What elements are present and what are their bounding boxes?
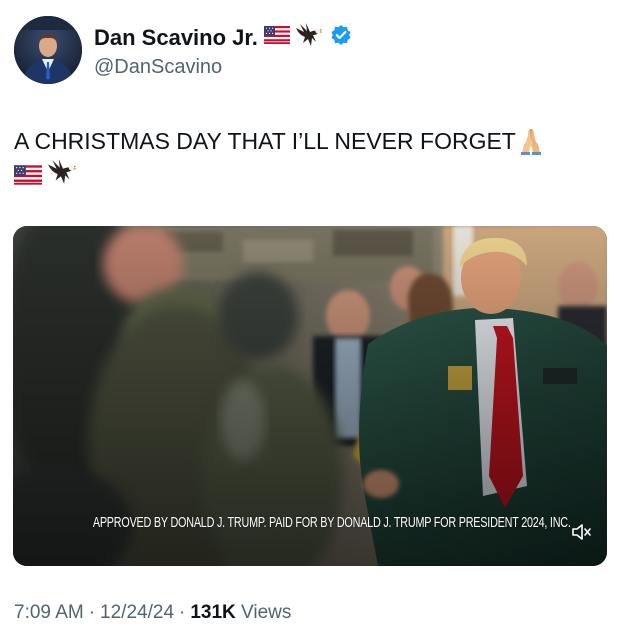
speaker-muted-icon[interactable]	[571, 522, 593, 542]
tweet-time[interactable]: 7:09 AM	[14, 602, 84, 623]
author-handle[interactable]: @DanScavino	[94, 56, 352, 79]
tweet-header: Dan Scavino Jr. @DanScavino	[14, 16, 352, 84]
tweet-meta: 7:09 AM · 12/24/24 · 131K Views	[14, 602, 291, 624]
us-flag-icon	[263, 26, 290, 49]
tweet-date[interactable]: 12/24/24	[100, 602, 174, 623]
tweet-text: A CHRISTMAS DAY THAT I’LL NEVER FORGET	[14, 124, 610, 194]
video-player[interactable]: APPROVED BY DONALD J. TRUMP. PAID FOR BY…	[13, 226, 607, 566]
meta-separator: ·	[179, 602, 186, 623]
tweet-text-emoji-line	[14, 158, 610, 195]
eagle-icon	[46, 158, 78, 195]
meta-separator: ·	[88, 602, 96, 623]
tweet-card: Dan Scavino Jr. @DanScavino A CHRISTMAS …	[0, 0, 620, 640]
tweet-text-line: A CHRISTMAS DAY THAT I’LL NEVER FORGET	[14, 124, 610, 160]
display-name[interactable]: Dan Scavino Jr.	[94, 25, 258, 51]
avatar[interactable]	[14, 16, 82, 84]
views-count[interactable]: 131K	[190, 602, 235, 623]
tweet-text-content: A CHRISTMAS DAY THAT I’LL NEVER FORGET	[14, 128, 516, 154]
praying-hands-icon	[516, 126, 544, 160]
views-label: Views	[241, 602, 292, 623]
video-disclaimer: APPROVED BY DONALD J. TRUMP. PAID FOR BY…	[92, 514, 571, 531]
us-flag-icon	[14, 160, 42, 194]
author-names: Dan Scavino Jr. @DanScavino	[94, 16, 352, 84]
eagle-icon	[294, 22, 324, 53]
display-name-row: Dan Scavino Jr.	[94, 22, 352, 54]
verified-badge-icon	[330, 24, 352, 51]
